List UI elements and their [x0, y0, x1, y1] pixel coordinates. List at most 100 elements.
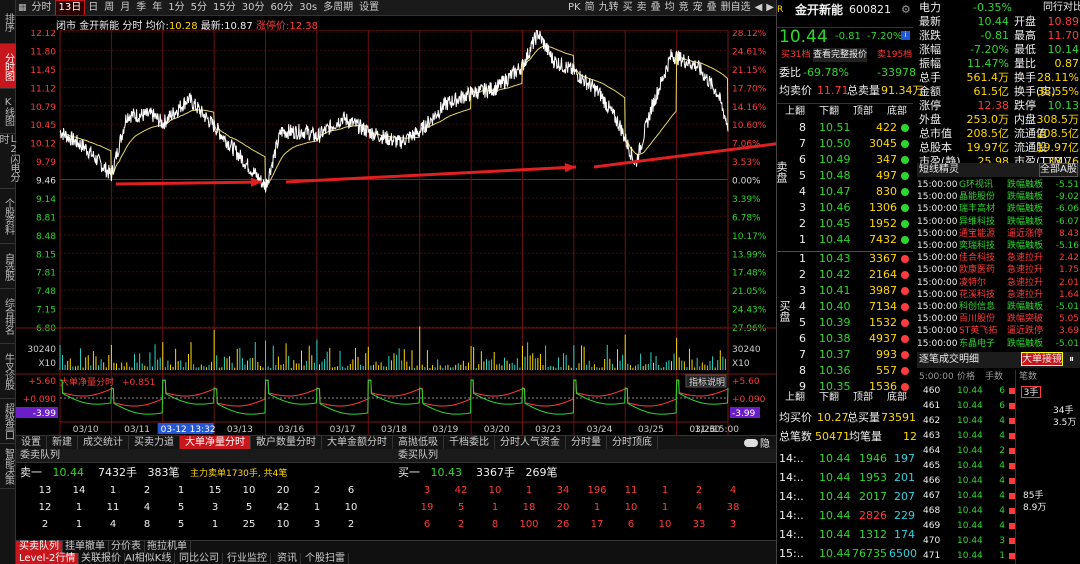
news-stock[interactable]: 花溪科技 [959, 289, 995, 301]
toolbar-item-10[interactable]: 30分 [239, 1, 268, 15]
toolbar-item-9[interactable]: 15分 [210, 1, 239, 15]
news-stock[interactable]: 瑞丰高材 [959, 203, 995, 215]
toolbar-item-14[interactable]: 设置 [356, 1, 382, 15]
toolbar-item-3[interactable]: 周 [101, 1, 117, 15]
ob-foot-2[interactable]: 顶部 [853, 391, 873, 405]
bigorder-button[interactable]: 大单接镜 [1021, 352, 1063, 366]
left-nav-4[interactable]: 个股资料 [0, 189, 16, 244]
news-stock[interactable]: 百川股份 [959, 313, 995, 325]
toolbar-right-2[interactable]: 九转 [597, 1, 621, 15]
news-stock[interactable]: 晶能股份 [959, 191, 995, 203]
bottom-tab-2[interactable]: 分价表 [108, 541, 145, 553]
indicator-tab-9[interactable]: 分时人气资金 [495, 436, 566, 449]
indicator-desc-button[interactable]: 指标说明 [685, 374, 727, 388]
bottom-tab-3[interactable]: 拖拉机单 [144, 541, 191, 553]
ob-foot-3[interactable]: 底部 [887, 391, 907, 405]
indicator-tab-2[interactable]: 成交统计 [78, 436, 129, 449]
toolbar-item-5[interactable]: 季 [133, 1, 149, 15]
indicator-tab-8[interactable]: 千档委比 [444, 436, 495, 449]
bottom-subtab-0[interactable]: Level-2行情 [16, 553, 80, 564]
news-stock[interactable]: G环视讯 [959, 179, 993, 191]
indicator-tab-11[interactable]: 分时顶底 [607, 436, 658, 449]
bottom-subtab-6[interactable]: 个股扫雷 [302, 553, 349, 564]
news-filter[interactable]: 全部A股 [1039, 163, 1078, 177]
ob-head-0[interactable]: 上翻 [785, 105, 805, 119]
pause-icon[interactable]: ⏸ [1069, 353, 1074, 367]
toolbar-right-6[interactable]: 均 [663, 1, 677, 15]
news-stock[interactable]: 东晶电子 [959, 338, 995, 350]
toolbar-item-1[interactable]: 13日 [54, 0, 86, 15]
news-stock[interactable]: 凌特尔 [959, 277, 986, 289]
left-nav-8[interactable]: 超级盘口 [0, 399, 16, 444]
ob-foot-1[interactable]: 下翻 [819, 391, 839, 405]
news-stock[interactable]: 欧康医药 [959, 264, 995, 276]
detail-price: 10.44 [957, 401, 983, 411]
bid-dot-icon [901, 287, 909, 295]
indicator-tab-0[interactable]: 设置 [16, 436, 47, 449]
news-stock[interactable]: 佳合科技 [959, 252, 995, 264]
ob-head-1[interactable]: 下翻 [819, 105, 839, 119]
toolbar-grid-icon[interactable]: ▦ [16, 3, 29, 13]
toolbar-item-7[interactable]: 1分 [165, 1, 187, 15]
toolbar-right-1[interactable]: 简 [583, 1, 597, 15]
toolbar-right-11[interactable]: ◀ [753, 1, 765, 15]
ob-head-2[interactable]: 顶部 [853, 105, 873, 119]
toolbar-item-8[interactable]: 5分 [188, 1, 210, 15]
buy31-button[interactable]: 买31档 [781, 48, 810, 62]
hide-toggle[interactable]: 隐 [744, 436, 770, 449]
ob-head-3[interactable]: 底部 [887, 105, 907, 119]
bottom-tab-1[interactable]: 挂单撤单 [62, 541, 109, 553]
toolbar-right-0[interactable]: PK [566, 1, 583, 15]
news-stock[interactable]: 科创信息 [959, 301, 995, 313]
left-nav-9[interactable]: 智能决策 [0, 444, 16, 489]
toolbar-right-7[interactable]: 竞 [677, 1, 691, 15]
intraday-chart[interactable]: 12.12 28.12% 11.80 24.61% 11.45 21.15% 11.12 17… [16, 30, 776, 435]
toolbar-right-3[interactable]: 买 [621, 1, 635, 15]
left-nav-2[interactable]: K线图 [0, 89, 16, 134]
bottom-subtab-4[interactable]: 行业监控 [224, 553, 271, 564]
left-nav-1[interactable]: 分时图 [0, 44, 16, 89]
news-stock[interactable]: 奕瑞科技 [959, 240, 995, 252]
toolbar-item-4[interactable]: 月 [117, 1, 133, 15]
indicator-tab-1[interactable]: 新建 [47, 436, 78, 449]
news-stock[interactable]: 异维科技 [959, 216, 995, 228]
indicator-desc-label[interactable]: 指标说明 [689, 376, 725, 388]
toolbar-item-13[interactable]: 多周期 [320, 1, 356, 15]
bottom-subtab-3[interactable]: 同比公司 [176, 553, 223, 564]
info-badge-icon[interactable]: i [901, 31, 910, 40]
toolbar-right-12[interactable]: ▶ [764, 1, 776, 15]
ob-foot-0[interactable]: 上翻 [785, 391, 805, 405]
left-nav-7[interactable]: 牛叉诊股 [0, 344, 16, 399]
left-nav-3[interactable]: L2闪电分时 [0, 134, 19, 189]
compare-button[interactable]: 同行对比 [1043, 1, 1080, 15]
bottom-tab-0[interactable]: 买卖队列 [16, 541, 63, 553]
sell195-button[interactable]: 卖195档 [877, 48, 912, 62]
toolbar-right-4[interactable]: 卖 [635, 1, 649, 15]
bottom-subtab-2[interactable]: AI相似K线 [122, 553, 176, 564]
toolbar-item-11[interactable]: 60分 [267, 1, 296, 15]
indicator-tab-7[interactable]: 高抛低吸 [393, 436, 444, 449]
toolbar-item-6[interactable]: 年 [149, 1, 165, 15]
toolbar-item-2[interactable]: 日 [85, 1, 101, 15]
toolbar-right-5[interactable]: 叠 [649, 1, 663, 15]
toolbar-right-9[interactable]: 叠 [705, 1, 719, 15]
news-stock[interactable]: ST英飞拓 [959, 325, 997, 337]
left-nav-0[interactable]: 排序 [0, 0, 16, 44]
indicator-tab-3[interactable]: 买卖力道 [129, 436, 180, 449]
toolbar-item-0[interactable]: 分时 [29, 1, 55, 15]
bottom-subtab-5[interactable]: 资讯 [274, 553, 301, 564]
left-nav-6[interactable]: 综合排名 [0, 289, 16, 344]
toolbar-item-12[interactable]: 30s [296, 1, 320, 15]
indicator-tab-10[interactable]: 分时量 [566, 436, 607, 449]
net-tick: +0.090 [732, 395, 766, 405]
left-nav-5[interactable]: 自选股 [0, 244, 16, 289]
indicator-tab-6[interactable]: 大单金额分时 [322, 436, 393, 449]
fullview-button[interactable]: 查看完整报价 [813, 48, 868, 62]
indicator-tab-4[interactable]: 大单净量分时 [180, 436, 251, 449]
bottom-subtab-1[interactable]: 关联报价 [78, 553, 125, 564]
indicator-tab-5[interactable]: 散户数量分时 [251, 436, 322, 449]
toolbar-right-8[interactable]: 宠 [691, 1, 705, 15]
toolbar-right-10[interactable]: 删自选 [719, 1, 753, 15]
news-stock[interactable]: 通宝能源 [959, 228, 995, 240]
settings-gear-icon[interactable]: ⚙ [901, 3, 911, 17]
